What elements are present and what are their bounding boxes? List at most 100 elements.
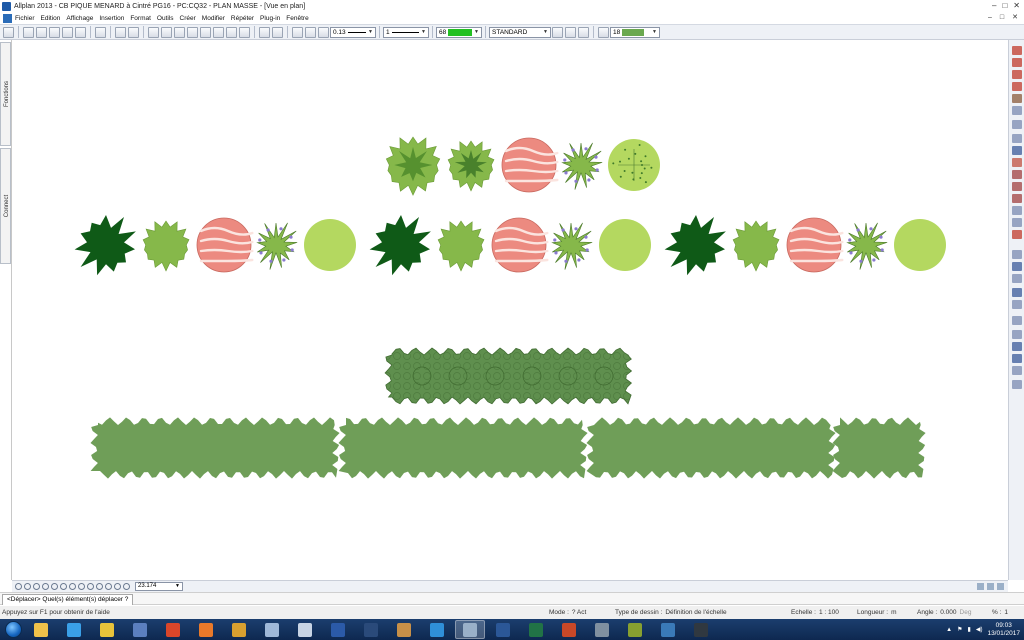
zoom-all-icon[interactable] <box>60 583 67 590</box>
clock[interactable]: 09:03 13/01/2017 <box>987 622 1020 638</box>
taskbar-app[interactable] <box>521 620 551 639</box>
tab-connect[interactable]: Connect <box>0 148 11 264</box>
copy-icon[interactable] <box>187 26 198 38</box>
menu-modifier[interactable]: Modifier <box>202 15 225 22</box>
doc-close-button[interactable]: ✕ <box>1012 12 1018 24</box>
zoom-window-icon[interactable] <box>69 583 76 590</box>
lists-icon[interactable] <box>226 26 237 38</box>
taskbar-app[interactable] <box>191 620 221 639</box>
network-tray-icon[interactable]: ▮ <box>968 626 971 633</box>
menu-creer[interactable]: Créer <box>180 15 196 22</box>
help-icon[interactable] <box>272 26 283 38</box>
taskbar-app[interactable] <box>455 620 485 639</box>
right-tool-icon[interactable] <box>1012 300 1022 309</box>
taskbar-app[interactable] <box>422 620 452 639</box>
taskbar-app[interactable] <box>290 620 320 639</box>
format-painter-icon[interactable] <box>292 26 303 38</box>
layer-select[interactable]: STANDARD ▼ <box>489 26 551 38</box>
right-tool-icon[interactable] <box>1012 316 1022 325</box>
maximize-button[interactable]: □ <box>1002 0 1007 12</box>
menu-fichier[interactable]: Fichier <box>15 15 35 22</box>
split-view-icon[interactable] <box>987 583 994 590</box>
layer-icon[interactable] <box>148 26 159 38</box>
tab-fonctions[interactable]: Fonctions <box>0 42 11 146</box>
menu-fenetre[interactable]: Fenêtre <box>286 15 308 22</box>
open-icon[interactable] <box>36 26 47 38</box>
print-icon[interactable] <box>62 26 73 38</box>
windows-icon[interactable] <box>239 26 250 38</box>
menu-format[interactable]: Format <box>130 15 151 22</box>
right-tool-icon[interactable] <box>1012 206 1022 215</box>
zoom-in-icon[interactable] <box>24 583 31 590</box>
pan-icon[interactable] <box>42 583 49 590</box>
right-tool-icon[interactable] <box>1012 380 1022 389</box>
allplan-app-icon[interactable] <box>2 1 11 11</box>
right-tool-icon[interactable] <box>1012 170 1022 179</box>
right-tool-icon[interactable] <box>1012 120 1022 129</box>
taskbar-app[interactable] <box>125 620 155 639</box>
eyedropper-icon[interactable] <box>305 26 316 38</box>
doc-minimize-button[interactable]: – <box>988 12 992 24</box>
taskbar-app[interactable] <box>224 620 254 639</box>
paste-icon[interactable] <box>200 26 211 38</box>
redo-icon[interactable] <box>128 26 139 38</box>
taskbar-app[interactable] <box>323 620 353 639</box>
taskbar-app[interactable] <box>620 620 650 639</box>
menu-edition[interactable]: Edition <box>41 15 61 22</box>
drawing-canvas[interactable] <box>12 41 1008 579</box>
angle-status[interactable]: Angle :0.000 Deg <box>917 606 971 619</box>
taskbar-app[interactable] <box>356 620 386 639</box>
doc-restore-button[interactable]: □ <box>1000 12 1004 24</box>
drawing-type-status[interactable]: Type de dessin : Définition de l'échelle <box>615 606 727 619</box>
right-tool-icon[interactable] <box>1012 250 1022 259</box>
length-status[interactable]: Longueur :m <box>857 606 897 619</box>
taskbar-app[interactable] <box>554 620 584 639</box>
mode-status[interactable]: Mode :? Act <box>549 606 586 619</box>
undo-view-icon[interactable] <box>105 583 112 590</box>
plot-icon[interactable] <box>75 26 86 38</box>
right-tool-icon[interactable] <box>1012 82 1022 91</box>
taskbar-app[interactable] <box>686 620 716 639</box>
plan-view[interactable] <box>12 41 1008 579</box>
taskbar-app[interactable] <box>92 620 122 639</box>
tab-move-prompt[interactable]: <Déplacer> Quel(s) élément(s) déplacer ? <box>2 594 134 605</box>
zoom-scale-input[interactable]: 23.174 ▼ <box>135 582 183 591</box>
close-view-icon[interactable] <box>15 583 22 590</box>
right-tool-icon[interactable] <box>1012 146 1022 155</box>
flag-icon[interactable]: ⚑ <box>957 626 962 633</box>
redo-view-icon[interactable] <box>114 583 121 590</box>
taskbar-app[interactable] <box>26 620 56 639</box>
minimize-button[interactable]: – <box>992 0 996 12</box>
previous-view-icon[interactable] <box>78 583 85 590</box>
next-view-icon[interactable] <box>87 583 94 590</box>
project-icon[interactable] <box>3 26 14 38</box>
right-tool-icon[interactable] <box>1012 194 1022 203</box>
right-tool-icon[interactable] <box>1012 230 1022 239</box>
taskbar-app[interactable] <box>653 620 683 639</box>
right-tool-icon[interactable] <box>1012 366 1022 375</box>
taskbar-app[interactable] <box>158 620 188 639</box>
right-tool-icon[interactable] <box>1012 342 1022 351</box>
right-tool-icon[interactable] <box>1012 46 1022 55</box>
pen-icon[interactable] <box>318 26 329 38</box>
right-tool-icon[interactable] <box>1012 274 1022 283</box>
start-button[interactable] <box>0 619 26 640</box>
scale-icon[interactable] <box>123 583 130 590</box>
menu-outils[interactable]: Outils <box>157 15 174 22</box>
view-options-icon[interactable] <box>997 583 1004 590</box>
save-view-icon[interactable] <box>96 583 103 590</box>
right-tool-icon[interactable] <box>1012 70 1022 79</box>
close-button[interactable]: ✕ <box>1013 0 1020 12</box>
pattern-icon[interactable] <box>598 26 609 38</box>
right-tool-icon[interactable] <box>1012 288 1022 297</box>
image-icon[interactable] <box>95 26 106 38</box>
menu-plug-in[interactable]: Plug-in <box>260 15 280 22</box>
right-tool-icon[interactable] <box>1012 218 1022 227</box>
layer-visibility-icon[interactable] <box>552 26 563 38</box>
sync-view-icon[interactable] <box>977 583 984 590</box>
new-icon[interactable] <box>23 26 34 38</box>
properties-icon[interactable] <box>213 26 224 38</box>
taskbar-app[interactable] <box>257 620 287 639</box>
menu-repeter[interactable]: Répéter <box>231 15 254 22</box>
scale-status[interactable]: Echelle :1 : 100 <box>791 606 839 619</box>
